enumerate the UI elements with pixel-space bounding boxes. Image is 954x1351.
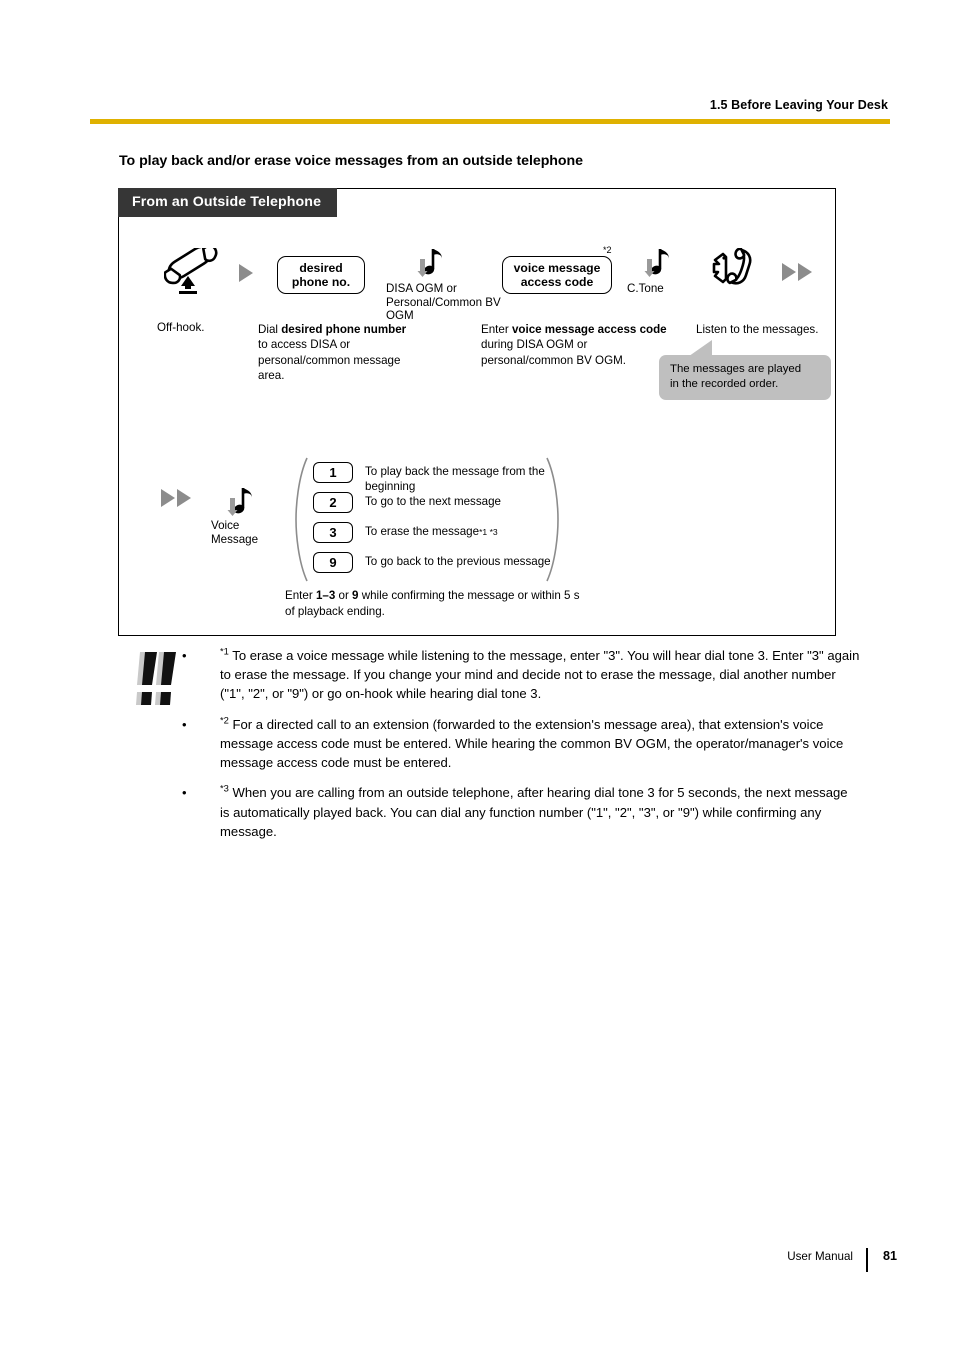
page-title: To play back and/or erase voice messages… (119, 153, 583, 169)
voice-message-caption: Voice Message (211, 519, 281, 546)
option-row: 9 To go back to the previous message (313, 552, 565, 576)
option-label: To go back to the previous message (365, 552, 565, 569)
option-digit-key: 1 (313, 462, 353, 483)
step-description-dial-bold: desired phone number (281, 323, 407, 336)
note-item: • *3 When you are calling from an outsid… (182, 783, 860, 841)
flow-arrow-double-icon (782, 263, 814, 286)
note-bullet: • (182, 785, 187, 801)
footer-manual-label: User Manual (787, 1250, 853, 1263)
note-item: • *1 To erase a voice message while list… (182, 646, 860, 704)
key-vmac-footnote-marker: *2 (603, 245, 612, 255)
note-body: *1 To erase a voice message while listen… (220, 646, 860, 704)
music-note-icon (417, 249, 442, 277)
options-footnote-bold1: 1–3 (315, 589, 336, 602)
flow-arrow-icon (239, 264, 254, 287)
options-footnote-mid: or (335, 589, 353, 602)
option-label: To go to the next message (365, 492, 565, 509)
off-hook-handset-icon (163, 243, 222, 299)
option-label-text: To go to the next message (365, 495, 501, 508)
option-row: 1 To play back the message from the begi… (313, 462, 565, 493)
key-voice-message-access-code: voice message access code (502, 256, 612, 294)
option-label: To play back the message from the beginn… (365, 462, 565, 495)
confirmation-tone-icon-group: C.Tone (627, 247, 674, 295)
key-desired-line2: phone no. (291, 275, 351, 289)
note-bullet: • (182, 648, 187, 663)
option-label-text: To play back the message from the beginn… (365, 465, 545, 494)
voice-message-tone-icon-group: Voice Message (211, 486, 258, 546)
note-marker: *3 (220, 783, 229, 795)
option-digit-key: 9 (313, 552, 353, 573)
note-marker: *2 (220, 714, 229, 726)
note-body: *2 For a directed call to an extension (… (220, 715, 860, 773)
key-desired-phone-no: desired phone no. (277, 256, 365, 294)
brace-left-icon (295, 457, 308, 582)
note-item: • *2 For a directed call to an extension… (182, 715, 860, 773)
step-description-listen: Listen to the messages. (696, 323, 819, 336)
option-label: To erase the message*1 *3 (365, 522, 565, 539)
note-bullet: • (182, 716, 187, 732)
option-digit-key: 3 (313, 522, 353, 543)
options-footnote: Enter 1–3 or 9 while confirming the mess… (285, 588, 585, 619)
page-footer: User Manual 81 (0, 1248, 954, 1272)
option-label-text: To go back to the previous message (365, 555, 551, 568)
footer-separator (866, 1248, 868, 1272)
confirmation-tone-caption: C.Tone (627, 282, 664, 295)
callout-messages-order: The messages are played in the recorded … (659, 355, 831, 401)
notes-list: • *1 To erase a voice message while list… (182, 646, 860, 852)
diagram-tab-label: From an Outside Telephone (118, 188, 338, 217)
option-row: 3 To erase the message*1 *3 (313, 522, 565, 546)
footer-page-number: 81 (882, 1249, 897, 1263)
callout-line1: The messages are played (670, 363, 802, 375)
disa-ogm-tone-icon-group: DISA OGM or Personal/Common BV OGM (386, 247, 501, 322)
off-hook-label: Off-hook. (157, 321, 205, 334)
voice-message-caption-line1: Voice (211, 519, 240, 532)
options-list: 1 To play back the message from the begi… (313, 462, 565, 582)
options-group: 1 To play back the message from the begi… (293, 456, 561, 583)
music-note-icon (644, 249, 669, 277)
music-note-icon (227, 488, 252, 516)
step-description-dial: Dial desired phone number to access DISA… (258, 323, 407, 383)
listen-to-handset-icon (710, 247, 756, 297)
note-marker: *1 (220, 645, 229, 657)
step-description-vmac-bold: voice message access code (511, 323, 667, 336)
header-section-title: 1.5 Before Leaving Your Desk (709, 98, 888, 112)
key-vmac-line2: access code (520, 275, 594, 289)
disa-ogm-caption: DISA OGM or Personal/Common BV OGM (386, 282, 501, 323)
page-header: 1.5 Before Leaving Your Desk (90, 98, 890, 124)
key-vmac-line1: voice message (513, 260, 601, 275)
flow-arrow-double-icon-2 (161, 489, 193, 512)
callout-line2: in the recorded order. (670, 378, 779, 391)
voice-message-caption-line2: Message (211, 532, 259, 546)
option-row: 2 To go to the next message (313, 492, 565, 516)
key-desired-line1: desired (299, 260, 343, 275)
options-footnote-prefix: Enter (285, 589, 316, 602)
option-label-text: To erase the message (365, 525, 480, 538)
note-text: To erase a voice message while listening… (220, 648, 860, 702)
note-text: For a directed call to an extension (for… (220, 716, 844, 771)
step-description-vmac: Enter voice message access code during D… (481, 323, 667, 367)
header-rule (90, 119, 890, 124)
option-digit-key: 2 (313, 492, 353, 513)
note-text: When you are calling from an outside tel… (220, 785, 848, 839)
option-footnote-refs: *1 *3 (479, 527, 498, 537)
note-body: *3 When you are calling from an outside … (220, 783, 860, 841)
